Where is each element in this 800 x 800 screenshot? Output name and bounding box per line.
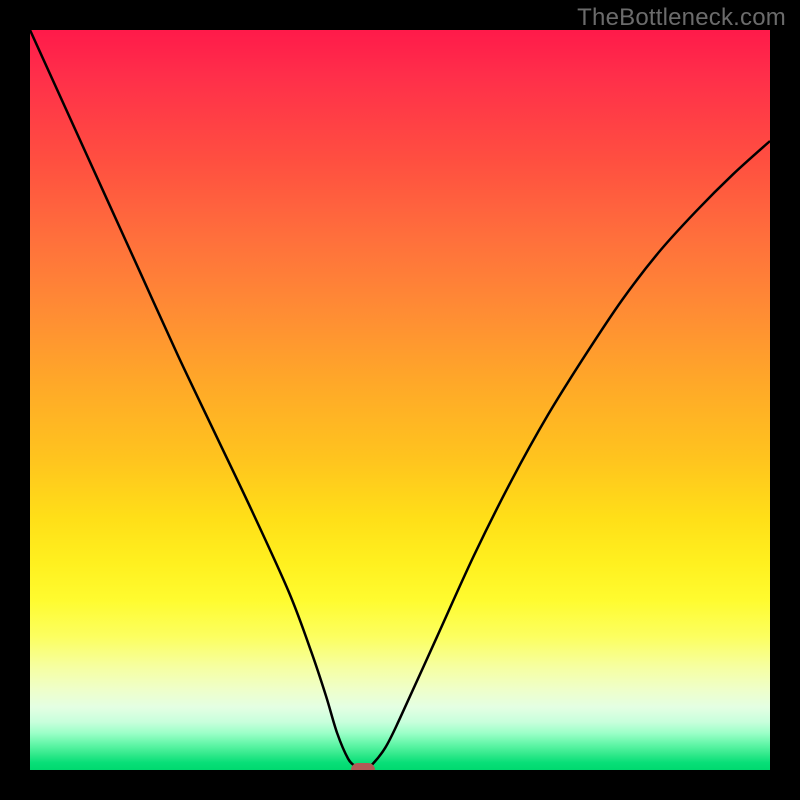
bottleneck-curve (30, 30, 770, 770)
optimal-point-marker (351, 763, 375, 770)
watermark-text: TheBottleneck.com (577, 4, 786, 32)
plot-area (30, 30, 770, 770)
curve-path (30, 30, 770, 770)
chart-frame: TheBottleneck.com (0, 0, 800, 800)
